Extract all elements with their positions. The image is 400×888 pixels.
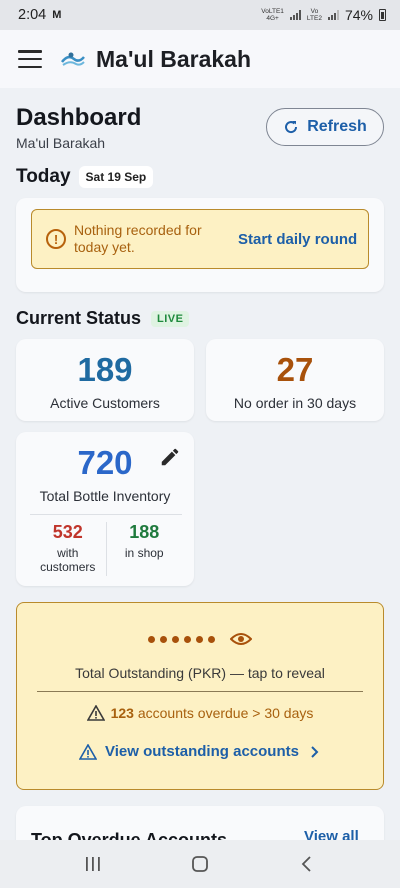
alert-circle-icon: ! [46, 229, 66, 249]
overdue-count: 123 [110, 705, 134, 721]
view-outstanding-accounts-link[interactable]: View outstanding accounts [17, 743, 383, 760]
active-customers-value: 189 [77, 351, 133, 388]
menu-icon[interactable] [18, 50, 42, 68]
home-button[interactable] [180, 844, 220, 884]
page-subtitle: Ma'ul Barakah [16, 135, 106, 151]
signal-icon [289, 10, 301, 20]
overdue-text: accounts overdue > 30 days [137, 705, 314, 721]
refresh-icon [285, 121, 298, 134]
no-order-value: 27 [276, 351, 314, 388]
no-order-label: No order in 30 days [233, 395, 357, 411]
top-overdue-card: Top Overdue Accounts View all [16, 806, 384, 840]
in-shop-value: 188 [129, 522, 160, 542]
home-icon [192, 856, 208, 872]
status-bar: 2:04 M Vo⁠LTE1 4G+ Vo LTE2 74% [0, 0, 400, 30]
today-card: ! Nothing recorded for today yet. Start … [16, 198, 384, 292]
inventory-label: Total Bottle Inventory [39, 488, 171, 504]
with-customers-value: 532 [52, 522, 83, 542]
active-customers-label: Active Customers [50, 395, 160, 411]
battery-icon [379, 9, 386, 21]
signal-icon-2 [327, 10, 339, 20]
with-customers-label: with customers [40, 546, 96, 574]
start-daily-round-button[interactable]: Start daily round [238, 231, 357, 248]
inventory-divider [30, 514, 182, 515]
edit-pencil-icon[interactable] [159, 446, 181, 468]
refresh-label: Refresh [307, 118, 367, 135]
recent-apps-icon [86, 857, 101, 871]
eye-icon[interactable] [230, 631, 252, 647]
live-badge: LIVE [151, 310, 190, 327]
outstanding-label: Total Outstanding (PKR) — tap to reveal [75, 665, 325, 681]
battery-percent: 74% [344, 7, 373, 23]
status-time: 2:04 [18, 7, 47, 23]
app-title: Ma'ul Barakah [96, 45, 252, 72]
today-label: Today [16, 166, 71, 187]
current-status-title: Current Status [16, 308, 142, 328]
sim1-network-icon: Vo⁠LTE1 4G+ [261, 8, 284, 22]
in-shop-label: in shop [124, 546, 164, 560]
back-icon [301, 856, 311, 872]
back-button[interactable] [287, 844, 327, 884]
inventory-breakdown: 532 with customers 188 in shop [30, 522, 182, 576]
refresh-button[interactable]: Refresh [266, 108, 384, 146]
in-shop-stat: 188 in shop [105, 522, 183, 576]
recent-apps-button[interactable] [73, 844, 113, 884]
alert-message: Nothing recorded for today yet. [74, 222, 202, 255]
date-chip: Sat 19 Sep [78, 166, 154, 188]
view-outstanding-label: View outstanding accounts [105, 743, 299, 760]
today-header: Today Sat 19 Sep [16, 166, 154, 188]
top-overdue-title: Top Overdue Accounts [31, 830, 228, 840]
total-outstanding-card[interactable]: Total Outstanding (PKR) — tap to reveal … [16, 602, 384, 790]
masked-outstanding-value[interactable] [17, 631, 383, 647]
dashboard-header: Dashboard Ma'ul Barakah [16, 104, 141, 151]
page-title: Dashboard [16, 104, 142, 131]
overdue-summary: 123 accounts overdue > 30 days [17, 705, 383, 721]
with-customers-stat: 532 with customers [30, 522, 106, 576]
dashboard-content: Dashboard Ma'ul Barakah Refresh Today Sa… [0, 88, 400, 840]
outstanding-divider [37, 691, 363, 692]
no-order-card[interactable]: 27 No order in 30 days [206, 339, 384, 421]
warning-triangle-icon-blue [79, 743, 98, 760]
view-all-link[interactable]: View all [304, 828, 359, 840]
sim2-network-icon: Vo LTE2 [306, 8, 322, 22]
bottle-inventory-card[interactable]: 720 Total Bottle Inventory 532 with cust… [16, 432, 194, 586]
gmail-icon: M [52, 9, 62, 21]
no-record-alert: ! Nothing recorded for today yet. Start … [31, 209, 369, 269]
status-right: Vo⁠LTE1 4G+ Vo LTE2 74% [261, 7, 386, 23]
active-customers-card[interactable]: 189 Active Customers [16, 339, 194, 421]
system-nav-bar [0, 840, 400, 888]
chevron-right-icon [311, 745, 319, 758]
app-bar: Ma'ul Barakah [0, 30, 400, 88]
warning-triangle-icon [86, 705, 105, 721]
current-status-header: Current Status LIVE [16, 308, 190, 329]
brand-logo [61, 52, 85, 66]
